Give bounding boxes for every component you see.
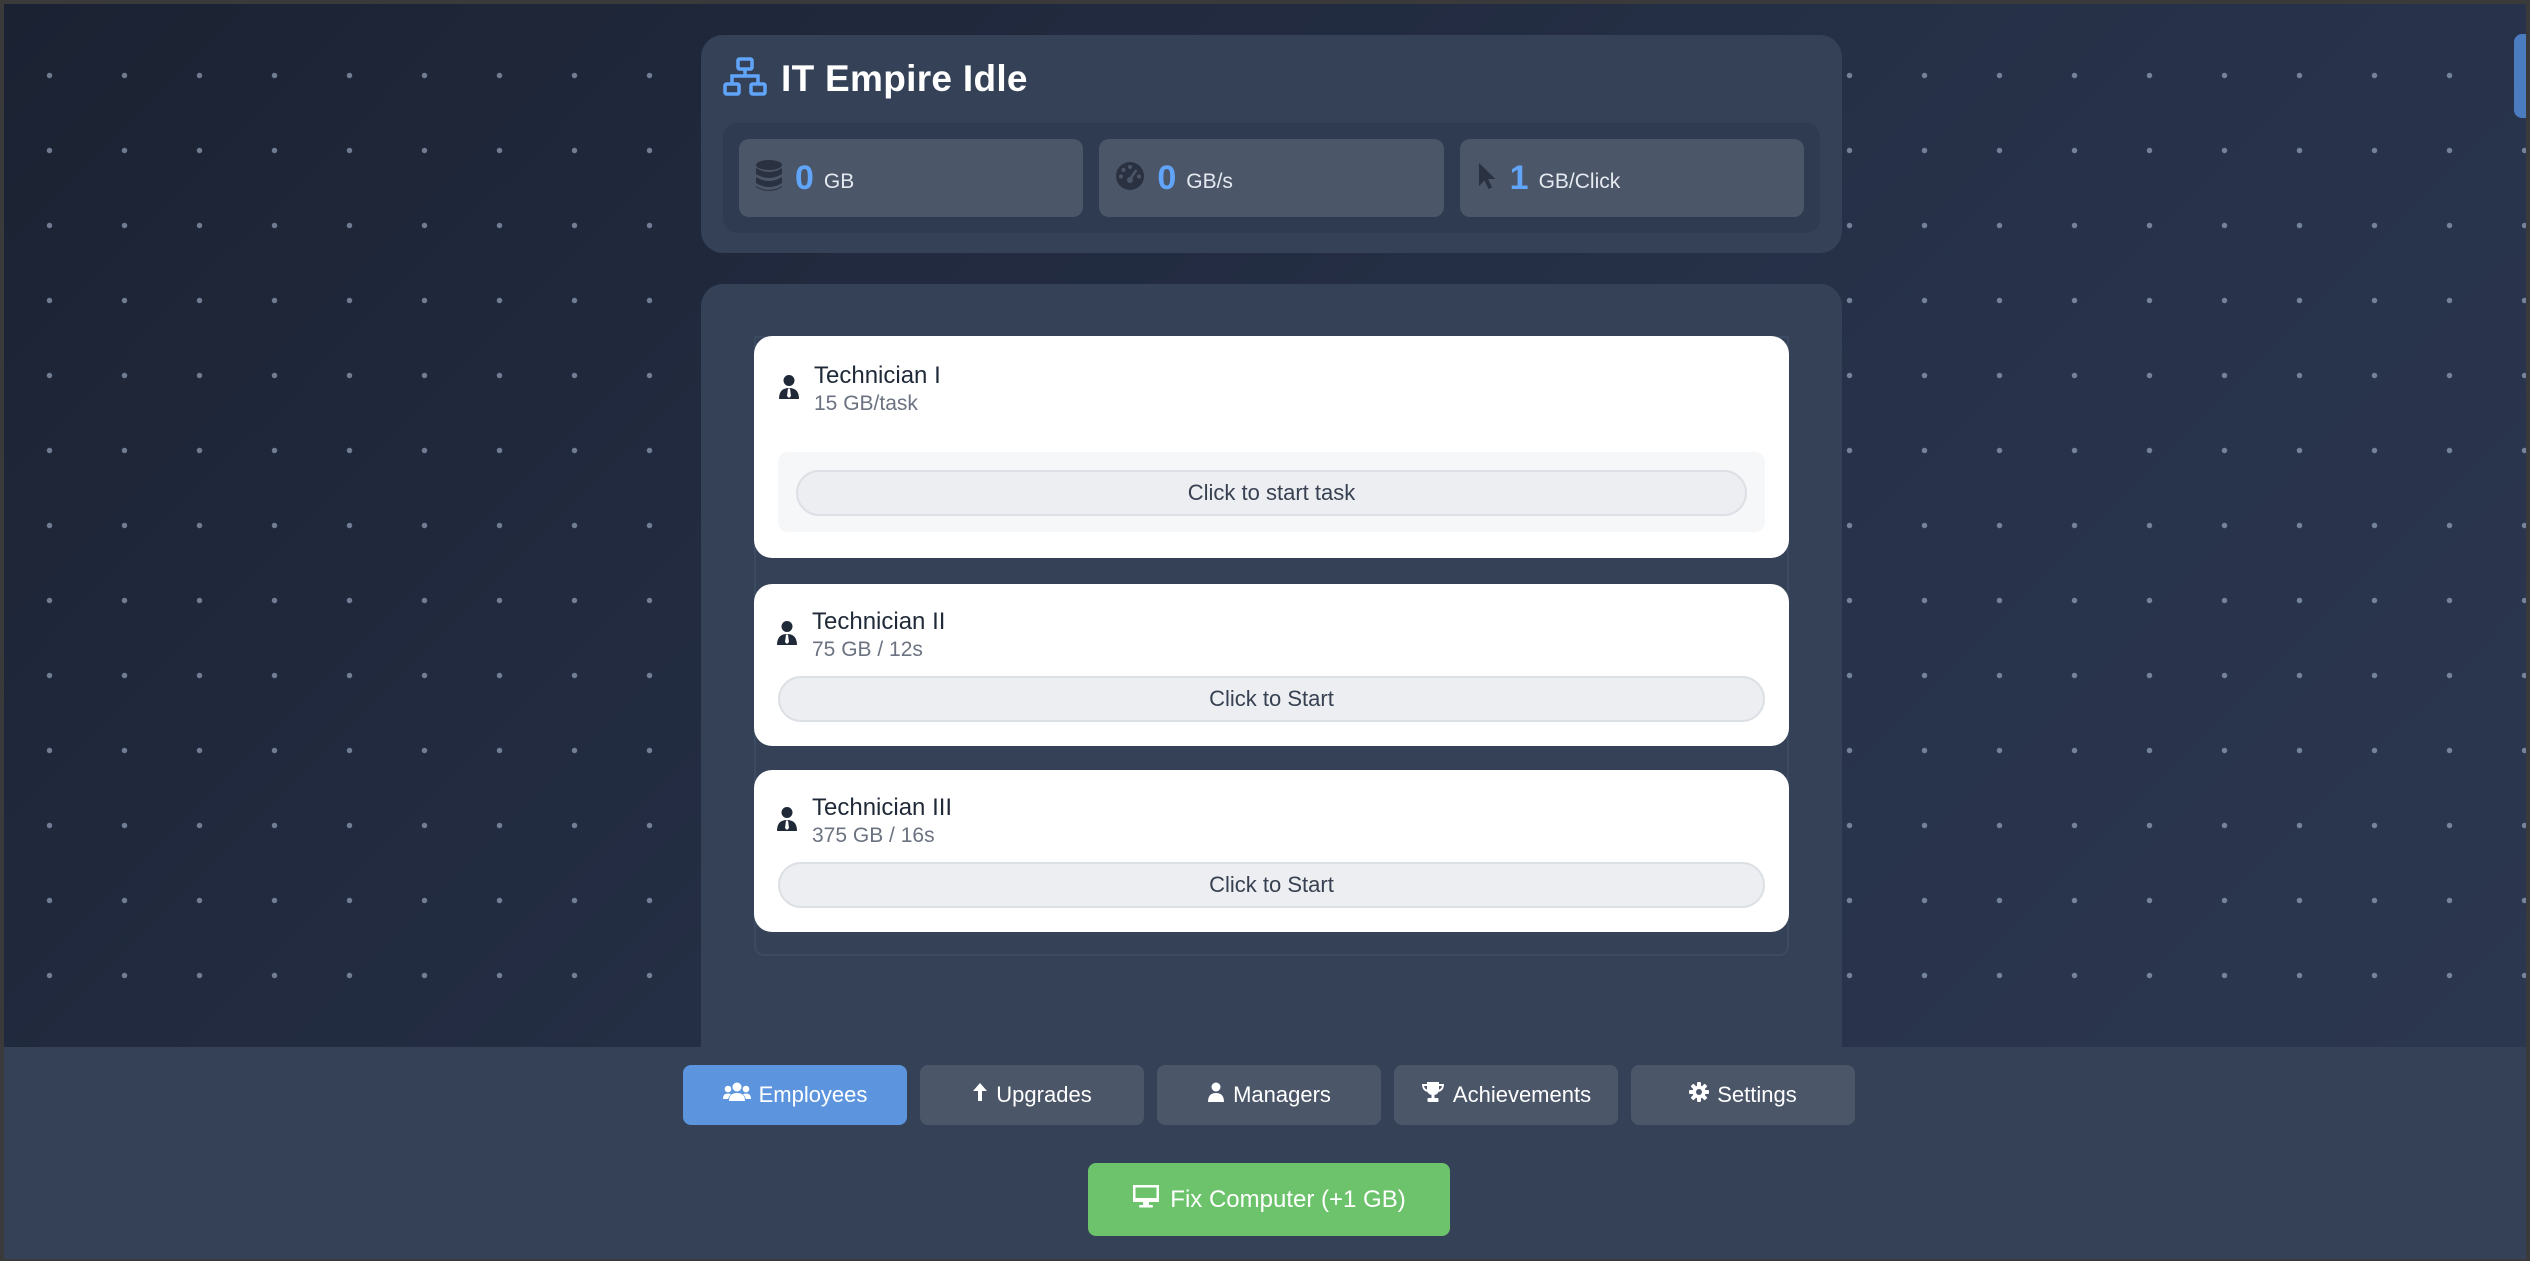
employee-header: Technician I 15 GB/task [778, 362, 941, 416]
employee-card: Technician III 375 GB / 16s Click to Sta… [754, 770, 1789, 932]
user-icon [1207, 1082, 1225, 1108]
stat-unit: GB/s [1186, 170, 1233, 193]
employee-name: Technician III [812, 794, 953, 821]
stat-rate: 0 GB/s [1099, 139, 1444, 217]
stat-unit: GB [823, 170, 855, 193]
arrow-up-icon [972, 1082, 988, 1108]
tab-bar: Employees Upgrades Managers Achievements… [683, 1065, 1855, 1125]
tab-label: Employees [758, 1082, 868, 1107]
stat-value: 0 [795, 158, 814, 197]
tab-label: Achievements [1452, 1082, 1592, 1107]
trophy-icon [1421, 1081, 1445, 1109]
user-tie-icon [776, 620, 798, 651]
desktop-icon [1132, 1184, 1160, 1215]
edge-tab[interactable] [2514, 34, 2526, 118]
employee-rate: 15 GB/task [814, 392, 918, 415]
task-area: Click to start task [778, 452, 1765, 532]
start-button[interactable]: Click to Start [778, 862, 1765, 908]
stat-unit: GB/Click [1538, 170, 1621, 193]
user-tie-icon [778, 374, 800, 405]
employee-header: Technician II 75 GB / 12s [776, 608, 945, 662]
users-icon [722, 1082, 751, 1108]
tab-label: Upgrades [996, 1082, 1092, 1107]
stat-click-power: 1 GB/Click [1459, 139, 1804, 217]
header-panel: IT Empire Idle 0 GB 0 GB/s 1 GB/Click [701, 35, 1842, 253]
start-button[interactable]: Click to Start [778, 676, 1765, 722]
employees-panel: Technician I 15 GB/task Click to start t… [701, 284, 1842, 1054]
tab-upgrades[interactable]: Upgrades [920, 1065, 1144, 1125]
app-title: IT Empire Idle [781, 58, 1028, 99]
tab-managers[interactable]: Managers [1157, 1065, 1381, 1125]
gear-icon [1689, 1082, 1710, 1108]
tab-employees[interactable]: Employees [683, 1065, 907, 1125]
employee-rate: 375 GB / 16s [812, 824, 935, 847]
stats-bar: 0 GB 0 GB/s 1 GB/Click [723, 123, 1820, 233]
start-task-button[interactable]: Click to start task [796, 470, 1747, 516]
employee-name: Technician II [812, 608, 946, 635]
fix-computer-button[interactable]: Fix Computer (+1 GB) [1088, 1163, 1450, 1236]
tab-label: Managers [1233, 1082, 1331, 1107]
employee-list: Technician I 15 GB/task Click to start t… [754, 336, 1789, 956]
fix-button-label: Fix Computer (+1 GB) [1170, 1185, 1406, 1213]
employee-info: Technician II 75 GB / 12s [812, 608, 945, 662]
employee-card: Technician I 15 GB/task Click to start t… [754, 336, 1789, 558]
stat-value: 0 [1157, 158, 1177, 197]
employee-info: Technician I 15 GB/task [814, 362, 941, 416]
user-tie-icon [776, 806, 798, 837]
employee-rate: 75 GB / 12s [812, 638, 923, 661]
network-icon [723, 56, 767, 102]
stat-value: 1 [1509, 158, 1529, 197]
footer-bar: Employees Upgrades Managers Achievements… [4, 1047, 2526, 1259]
employee-name: Technician I [814, 362, 941, 389]
gauge-icon [1115, 161, 1145, 196]
stat-storage: 0 GB [739, 139, 1084, 217]
pointer-icon [1476, 161, 1498, 196]
employee-info: Technician III 375 GB / 16s [812, 794, 952, 848]
title-row: IT Empire Idle [723, 56, 1028, 102]
database-icon [755, 159, 783, 197]
employee-card: Technician II 75 GB / 12s Click to Start [754, 584, 1789, 746]
tab-settings[interactable]: Settings [1631, 1065, 1855, 1125]
tab-achievements[interactable]: Achievements [1394, 1065, 1618, 1125]
tab-label: Settings [1717, 1082, 1797, 1107]
employee-header: Technician III 375 GB / 16s [776, 794, 952, 848]
